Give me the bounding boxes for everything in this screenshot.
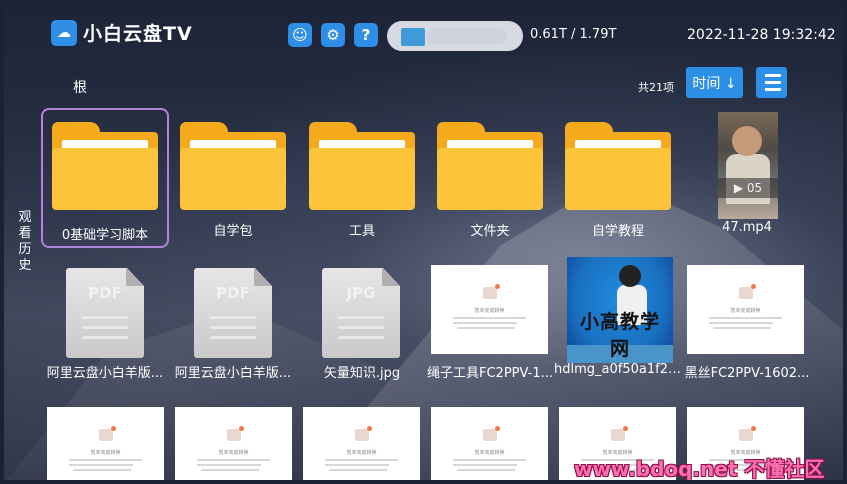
file-item[interactable]: 矢量知识.jpg [298, 359, 426, 383]
folder-icon [52, 122, 158, 212]
app-title: 小白云盘TV [83, 23, 193, 45]
thumbnail-face [619, 265, 641, 287]
item-label: 自学教程 [591, 224, 644, 239]
image-icon [355, 426, 372, 441]
pdf-file-icon[interactable]: PDF [194, 268, 272, 358]
file-preview-thumbnail[interactable]: 暂未完成转换 [175, 407, 292, 480]
image-icon [227, 426, 244, 441]
file-item[interactable]: 阿里云盘小白羊版... [169, 359, 297, 383]
help-button[interactable]: ? [354, 23, 378, 47]
user-switch-icon: ☺ [292, 26, 308, 44]
cloud-icon: ☁ [51, 19, 77, 46]
image-icon [611, 426, 628, 441]
file-preview-thumbnail[interactable]: 暂未完成转换 [687, 265, 804, 354]
file-type-tag: PDF [216, 284, 250, 302]
item-label: 阿里云盘小白羊版... [46, 366, 164, 381]
preview-caption: 暂未完成转换 [346, 450, 377, 456]
item-label: 47.mp4 [722, 220, 772, 235]
watermark: www.bdoq.net 不懂社区 [574, 457, 825, 480]
folder-icon [309, 122, 415, 212]
item-label: 矢量知识.jpg [323, 366, 401, 381]
file-preview-thumbnail[interactable]: 暂未完成转换 [303, 407, 420, 480]
item-label: 工具 [348, 224, 375, 239]
folder-icon [565, 122, 671, 212]
list-icon-line [761, 88, 781, 91]
folder-icon [437, 122, 543, 212]
preview-caption: 暂未完成转换 [218, 450, 249, 456]
item-label: 绳子工具FC2PPV-1... [427, 366, 553, 381]
list-icon-line [761, 81, 781, 84]
file-item[interactable]: hdlmg_a0f50a1f22... [554, 359, 682, 383]
preview-caption: 暂未完成转换 [730, 308, 761, 314]
list-icon [761, 74, 781, 77]
folder-item[interactable]: 自学包 [169, 108, 297, 248]
image-icon [739, 426, 756, 441]
file-item[interactable]: 绳子工具FC2PPV-1... [426, 359, 554, 383]
app-logo: ☁ 小白云盘TV [51, 19, 193, 46]
image-icon [739, 284, 756, 299]
folder-item[interactable]: 0基础学习脚本 [41, 108, 169, 248]
video-item[interactable]: 47.mp4 [683, 108, 811, 248]
image-thumbnail[interactable]: 小高教学网 [567, 257, 673, 363]
breadcrumb[interactable]: 根 [73, 77, 87, 97]
file-preview-thumbnail[interactable]: 暂未完成转换 [431, 265, 548, 354]
thumbnail-text: 小高教学网 [579, 311, 660, 360]
file-preview-thumbnail[interactable]: 暂未完成转换 [431, 407, 548, 480]
file-item[interactable]: 黑丝FC2PPV-1602... [683, 359, 811, 383]
file-item[interactable]: 阿里云盘小白羊版... [41, 359, 169, 383]
item-label: 0基础学习脚本 [61, 228, 149, 243]
jpg-file-icon[interactable]: JPG [322, 268, 400, 358]
account-info[interactable] [387, 21, 523, 51]
image-icon [99, 426, 116, 441]
item-count: 共21项 [638, 81, 674, 94]
file-preview-thumbnail[interactable]: 暂未完成转换 [47, 407, 164, 480]
preview-caption: 暂未完成转换 [474, 308, 505, 314]
clock: 2022-11-28 19:32:42 [687, 27, 836, 43]
view-mode-button[interactable] [756, 67, 787, 98]
file-type-tag: PDF [88, 284, 122, 302]
item-label: 阿里云盘小白羊版... [174, 366, 292, 381]
pdf-file-icon[interactable]: PDF [66, 268, 144, 358]
image-icon [483, 284, 500, 299]
app-frame: ☁ 小白云盘TV ☺ ⚙ ? 0.61T / 1.79T 2022-11-28 … [4, 4, 843, 480]
folder-icon [180, 122, 286, 212]
item-label: 自学包 [213, 224, 253, 239]
gear-icon: ⚙ [326, 26, 340, 44]
item-label: 黑丝FC2PPV-1602... [684, 366, 810, 381]
preview-caption: 暂未完成转换 [474, 450, 505, 456]
account-switch-button[interactable]: ☺ [288, 23, 312, 47]
help-icon: ? [361, 26, 371, 44]
settings-button[interactable]: ⚙ [321, 23, 345, 47]
folder-item[interactable]: 工具 [298, 108, 426, 248]
item-label: 文件夹 [470, 224, 510, 239]
sort-button[interactable]: 时间 ↓ [686, 67, 743, 98]
watch-history-tab[interactable]: 观看历史 [16, 210, 34, 274]
item-label: hdlmg_a0f50a1f22... [554, 362, 682, 377]
folder-item[interactable]: 自学教程 [554, 108, 682, 248]
image-icon [483, 426, 500, 441]
avatar [401, 28, 425, 46]
account-name-redacted [427, 28, 507, 44]
folder-item[interactable]: 文件夹 [426, 108, 554, 248]
preview-caption: 暂未完成转换 [90, 450, 121, 456]
storage-usage: 0.61T / 1.79T [530, 27, 617, 42]
file-type-tag: JPG [346, 284, 376, 302]
